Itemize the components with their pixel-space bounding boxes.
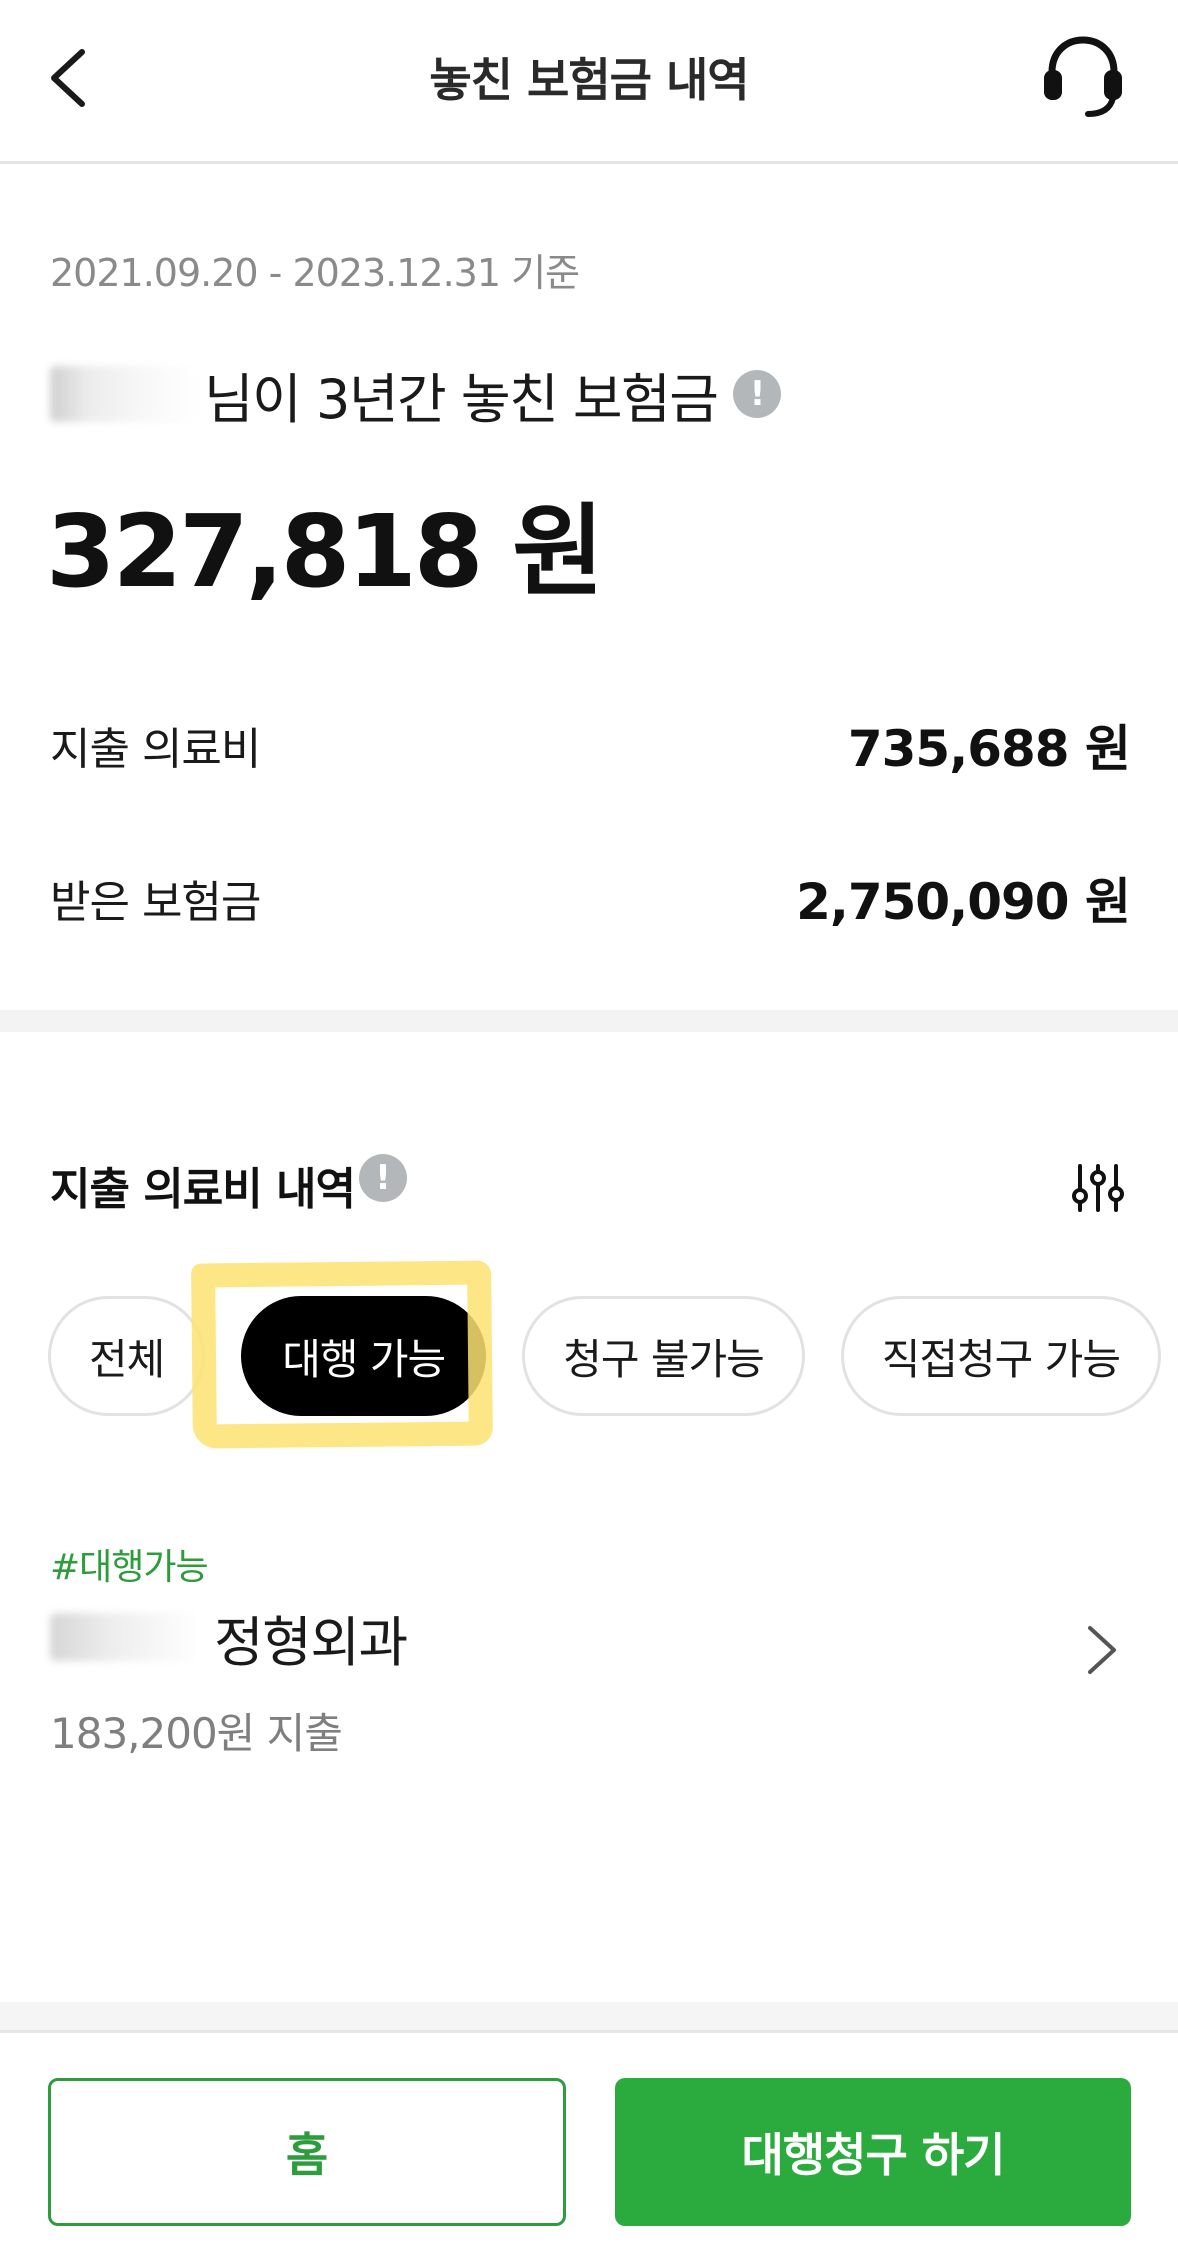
filter-chips: 전체 대행 가능 청구 불가능 직접청구 가능 <box>48 1296 1161 1416</box>
redacted-user-name <box>50 366 200 422</box>
chevron-right-icon <box>1088 1626 1116 1674</box>
support-button[interactable] <box>1038 30 1128 120</box>
expenses-header: 지출 의료비 내역 ! <box>50 1150 407 1220</box>
spent-value: 735,688 원 <box>847 720 1131 778</box>
hospital-name-line: 정형외과 <box>50 1602 408 1674</box>
spent-label: 지출 의료비 <box>50 724 261 775</box>
bottom-divider <box>0 2002 1178 2033</box>
chip-all[interactable]: 전체 <box>48 1296 206 1416</box>
redacted-hospital-name <box>50 1613 200 1661</box>
chip-not-claimable[interactable]: 청구 불가능 <box>522 1296 805 1416</box>
home-button[interactable]: 홈 <box>48 2078 566 2226</box>
top-bar: 놓친 보험금 내역 <box>0 0 1178 164</box>
received-row: 받은 보험금 2,750,090 원 <box>50 858 1131 938</box>
info-icon[interactable]: ! <box>733 370 782 418</box>
missed-headline: 님이 3년간 놓친 보험금 ! <box>50 358 782 431</box>
chip-proxy-available[interactable]: 대행 가능 <box>241 1296 487 1416</box>
list-item[interactable]: #대행가능 정형외과 183,200원 지출 <box>0 1520 1178 1760</box>
received-value: 2,750,090 원 <box>796 873 1131 931</box>
expenses-title: 지출 의료비 내역 <box>50 1164 356 1215</box>
proxy-claim-button[interactable]: 대행청구 하기 <box>615 2078 1131 2226</box>
page-title: 놓친 보험금 내역 <box>429 53 749 107</box>
filter-button[interactable] <box>1068 1158 1128 1218</box>
missed-label: 님이 3년간 놓친 보험금 <box>204 367 719 431</box>
spent-row: 지출 의료비 735,688 원 <box>50 705 1131 785</box>
hospital-name: 정형외과 <box>214 1610 408 1674</box>
section-divider <box>0 1010 1178 1032</box>
item-tag: #대행가능 <box>50 1547 209 1588</box>
sliders-icon <box>1072 1164 1124 1212</box>
headset-icon <box>1044 36 1122 117</box>
received-label: 받은 보험금 <box>50 877 261 928</box>
chip-direct-claim[interactable]: 직접청구 가능 <box>840 1296 1161 1416</box>
missed-total-amount: 327,818 원 <box>46 493 604 610</box>
period-text: 2021.09.20 - 2023.12.31 기준 <box>50 251 580 295</box>
item-spent: 183,200원 지출 <box>50 1709 343 1758</box>
info-icon[interactable]: ! <box>359 1154 407 1202</box>
